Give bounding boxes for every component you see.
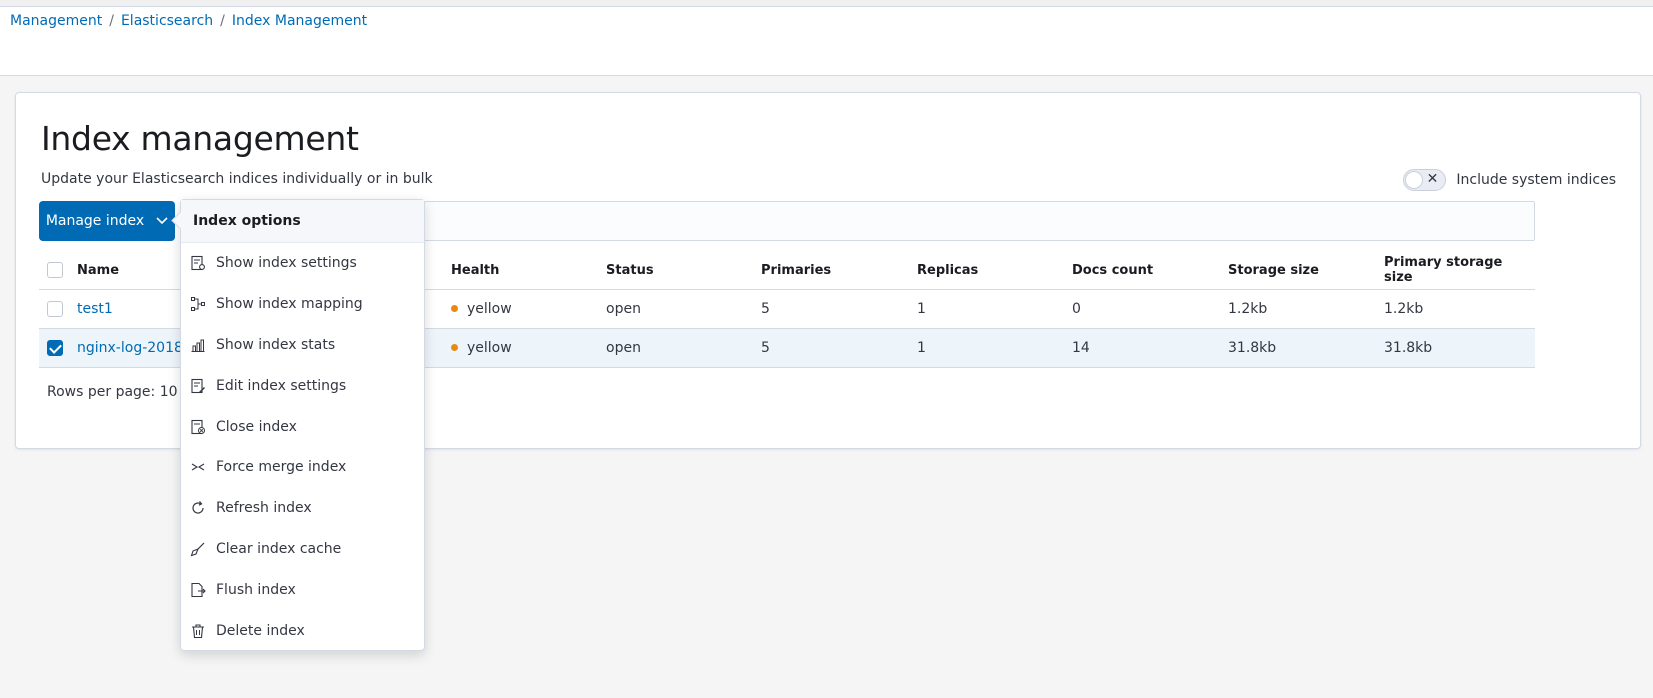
health-value: yellow (467, 300, 512, 317)
close-icon: ✕ (1426, 171, 1439, 187)
menu-refresh-index[interactable]: Refresh index (181, 488, 424, 529)
menu-item-label: Refresh index (216, 500, 312, 517)
header-bar: Management / Elasticsearch / Index Manag… (0, 7, 1653, 76)
menu-show-index-stats[interactable]: Show index stats (181, 325, 424, 366)
col-primaries[interactable]: Primaries (761, 252, 917, 290)
mapping-icon (190, 296, 206, 312)
col-health[interactable]: Health (451, 252, 606, 290)
menu-force-merge-index[interactable]: Force merge index (181, 447, 424, 488)
close-index-icon (190, 419, 206, 435)
index-name-link[interactable]: test1 (77, 301, 113, 317)
replicas-cell: 1 (917, 289, 1072, 329)
edit-icon (190, 378, 206, 394)
trash-icon (190, 623, 206, 639)
toggle-knob (1405, 171, 1424, 189)
popover-title: Index options (181, 200, 424, 243)
health-cell: yellow (451, 289, 606, 329)
row-checkbox[interactable] (47, 300, 63, 317)
refresh-icon (190, 500, 206, 516)
status-cell: open (606, 328, 761, 368)
primaries-cell: 5 (761, 328, 917, 368)
replicas-cell: 1 (917, 328, 1072, 368)
breadcrumb-separator: / (220, 13, 225, 29)
row-checkbox[interactable] (47, 339, 63, 356)
docs-count-cell: 14 (1072, 328, 1228, 368)
page-title: Index management (41, 119, 359, 158)
health-value: yellow (467, 339, 512, 356)
menu-item-label: Show index settings (216, 255, 357, 272)
breadcrumb-management[interactable]: Management (10, 13, 102, 29)
breadcrumb: Management / Elasticsearch / Index Manag… (10, 13, 367, 29)
index-name-link[interactable]: nginx-log-2018.1 (77, 340, 196, 356)
col-storage-size[interactable]: Storage size (1228, 252, 1384, 290)
docs-count-cell: 0 (1072, 289, 1228, 329)
health-dot-icon (451, 344, 458, 351)
primaries-cell: 5 (761, 289, 917, 329)
menu-edit-index-settings[interactable]: Edit index settings (181, 365, 424, 406)
system-indices-toggle[interactable]: ✕ (1403, 169, 1447, 191)
menu-delete-index[interactable]: Delete index (181, 610, 424, 651)
menu-clear-index-cache[interactable]: Clear index cache (181, 529, 424, 570)
health-cell: yellow (451, 328, 606, 368)
stats-icon (190, 337, 206, 353)
system-indices-label: Include system indices (1456, 172, 1616, 188)
flush-icon (190, 582, 206, 598)
storage-size-cell: 31.8kb (1228, 328, 1384, 368)
row-select-cell (39, 289, 77, 329)
rows-per-page-button[interactable]: Rows per page: 10 (47, 384, 198, 400)
index-options-popover: Index options Show index settings Show i… (180, 199, 425, 651)
primary-storage-size-cell: 31.8kb (1384, 328, 1535, 368)
settings-icon (190, 255, 206, 271)
col-status[interactable]: Status (606, 252, 761, 290)
status-cell: open (606, 289, 761, 329)
col-docs-count[interactable]: Docs count (1072, 252, 1228, 290)
primary-storage-size-cell: 1.2kb (1384, 289, 1535, 329)
menu-item-label: Show index stats (216, 336, 336, 353)
col-replicas[interactable]: Replicas (917, 252, 1072, 290)
storage-size-cell: 1.2kb (1228, 289, 1384, 329)
manage-index-label: Manage index (45, 213, 145, 229)
menu-show-index-mapping[interactable]: Show index mapping (181, 284, 424, 325)
breadcrumb-separator: / (109, 13, 114, 29)
chevron-down-icon (156, 217, 168, 225)
row-select-cell (39, 328, 77, 368)
system-indices-toggle-wrap: ✕ Include system indices (1403, 169, 1616, 191)
menu-item-label: Delete index (216, 622, 305, 639)
breadcrumb-index-management[interactable]: Index Management (232, 13, 367, 29)
menu-show-index-settings[interactable]: Show index settings (181, 243, 424, 284)
page-subtitle: Update your Elasticsearch indices indivi… (41, 171, 433, 187)
menu-item-label: Flush index (216, 581, 296, 598)
col-primary-storage-size[interactable]: Primary storage size (1384, 252, 1535, 290)
merge-icon (190, 459, 206, 475)
search-input[interactable] (424, 201, 1535, 241)
broom-icon (190, 541, 206, 557)
menu-item-label: Show index mapping (216, 296, 363, 313)
menu-item-label: Edit index settings (216, 377, 347, 394)
top-strip (0, 0, 1653, 7)
breadcrumb-elasticsearch[interactable]: Elasticsearch (121, 13, 213, 29)
manage-index-button[interactable]: Manage index (39, 201, 175, 241)
menu-close-index[interactable]: Close index (181, 406, 424, 447)
select-all-cell (39, 252, 77, 290)
menu-item-label: Clear index cache (216, 540, 342, 557)
menu-flush-index[interactable]: Flush index (181, 569, 424, 610)
select-all-checkbox[interactable] (47, 262, 63, 279)
menu-item-label: Close index (216, 418, 297, 435)
rows-per-page-label: Rows per page: 10 (47, 384, 178, 400)
health-dot-icon (451, 305, 458, 312)
menu-item-label: Force merge index (216, 459, 347, 476)
